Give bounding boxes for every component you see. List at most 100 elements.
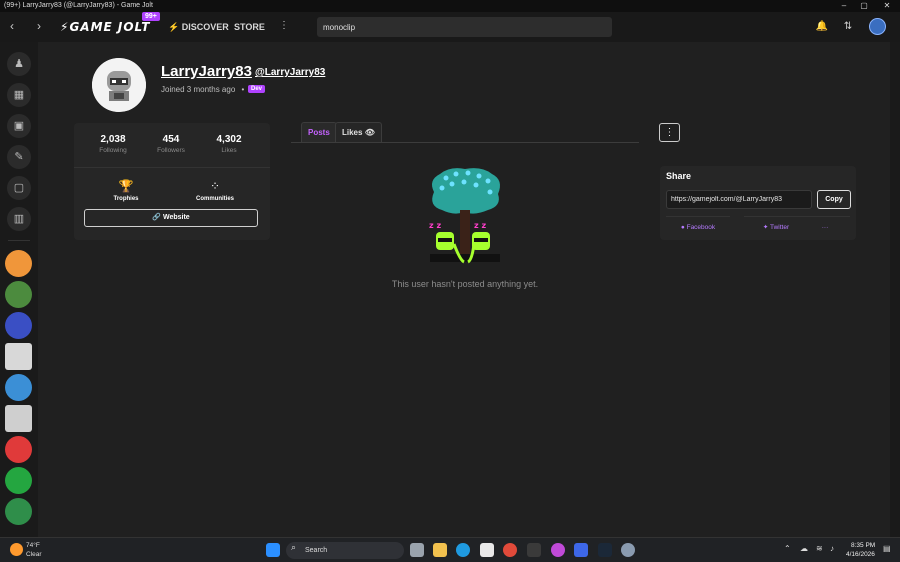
facebook-label: Facebook (686, 224, 716, 231)
top-navigation: ‹ › ⚡GAME JOLT 99+ ⚡ DISCOVER STORE ⋮ 🔔 … (0, 12, 900, 42)
brush-icon[interactable]: ✎ (7, 145, 31, 169)
weather-icon[interactable] (10, 543, 23, 556)
share-title: Share (666, 171, 692, 181)
taskbar-search[interactable]: Search (286, 542, 404, 559)
left-sidebar: ♟ ▦ ▣ ✎ ▢ ▥ (0, 42, 38, 537)
volume-icon[interactable]: ♪ (830, 544, 834, 553)
link-icon: 🔗 (152, 214, 162, 221)
roblox-icon[interactable] (574, 543, 588, 557)
store-icon[interactable]: ▦ (7, 83, 31, 107)
profile-tabs: Posts Likes 👁 (291, 122, 639, 143)
bell-icon[interactable]: 🔔 (815, 20, 829, 34)
profile-more-button[interactable]: ⋮ (659, 123, 680, 142)
store-link[interactable]: STORE (234, 22, 265, 32)
share-url-field[interactable] (666, 190, 812, 209)
profile-display-name[interactable]: LarryJarry83 (161, 63, 252, 80)
communities-link[interactable]: ⁘ Communities (180, 178, 250, 202)
weather-condition[interactable]: Clear (26, 551, 42, 558)
store-app-icon[interactable] (480, 543, 494, 557)
profile-handle[interactable]: @LarryJarry83 (255, 67, 325, 78)
game-icon[interactable]: ▢ (7, 176, 31, 200)
community-avatar-5[interactable] (5, 374, 32, 401)
close-button[interactable]: ✕ (876, 0, 898, 12)
chevron-up-icon[interactable]: ⌃ (784, 544, 791, 553)
window-title: (99+) LarryJarry83 (@LarryJarry83) - Gam… (4, 2, 153, 9)
discover-link[interactable]: ⚡ DISCOVER (168, 22, 229, 33)
search-icon: ⌕ (291, 542, 297, 552)
settings-icon[interactable] (621, 543, 635, 557)
stat-value: 2,038 (100, 134, 126, 145)
windows-taskbar: 74°F Clear Search ⌕ ⌃ ☁ ≋ ♪ 8:35 PM 4/16… (0, 537, 900, 562)
share-more-button[interactable]: ··· (800, 216, 850, 238)
communities-label: Communities (195, 196, 234, 202)
community-avatar-4[interactable] (5, 343, 32, 370)
gamejolt-app-icon[interactable] (527, 543, 541, 557)
community-avatar-1[interactable] (5, 250, 32, 277)
community-avatar-8[interactable] (5, 467, 32, 494)
chrome-icon[interactable] (503, 543, 517, 557)
stat-followers[interactable]: 454 Followers (141, 134, 201, 154)
joined-text: Joined 3 months ago (161, 85, 236, 94)
back-icon[interactable]: ‹ (10, 19, 14, 33)
stat-value: 4,302 (216, 134, 242, 145)
svg-text:z z: z z (429, 221, 441, 230)
share-card: Share Copy ● Facebook ✦ Twitter ··· (660, 166, 856, 240)
maximize-button[interactable]: ▢ (853, 0, 875, 12)
nav-more-icon[interactable]: ⋮ (279, 20, 289, 31)
trophies-label: Trophies (113, 196, 139, 202)
main-content (38, 42, 890, 537)
library-icon[interactable]: ▥ (7, 207, 31, 231)
robot-avatar-icon (92, 58, 146, 112)
community-avatar-7[interactable] (5, 436, 32, 463)
user-avatar[interactable] (869, 18, 886, 35)
dev-badge: Dev (248, 85, 266, 93)
wifi-icon[interactable]: ≋ (816, 544, 823, 553)
clock-time[interactable]: 8:35 PM (851, 542, 875, 549)
search-input[interactable] (317, 17, 612, 37)
file-explorer-icon[interactable] (433, 543, 447, 557)
cloud-icon[interactable]: ☁ (800, 544, 808, 553)
notifications-icon[interactable]: ▤ (883, 544, 891, 553)
backpack-icon[interactable]: ▣ (7, 114, 31, 138)
forward-icon[interactable]: › (37, 19, 41, 33)
likes-label: Likes (342, 128, 363, 137)
stat-label: Following (99, 147, 127, 154)
stats-divider (74, 167, 270, 168)
trophy-icon: 🏆 (118, 179, 134, 193)
notification-count-badge[interactable]: 99+ (142, 12, 160, 21)
community-avatar-3[interactable] (5, 312, 32, 339)
copy-button[interactable]: Copy (817, 190, 851, 209)
gamejolt-logo[interactable]: ⚡GAME JOLT (60, 20, 150, 34)
community-avatar-6[interactable] (5, 405, 32, 432)
hidden-eye-icon: 👁 (364, 128, 375, 137)
weather-temperature[interactable]: 74°F (26, 542, 40, 549)
community-avatar-9[interactable] (5, 498, 32, 525)
tab-likes[interactable]: Likes 👁 (335, 122, 382, 142)
clock-date[interactable]: 4/16/2026 (846, 551, 875, 558)
trophies-link[interactable]: 🏆 Trophies (91, 178, 161, 202)
joystick-icon[interactable]: ♟ (7, 52, 31, 76)
sleeping-tree-illustration: z z z z (429, 168, 500, 264)
tab-posts[interactable]: Posts (301, 122, 337, 142)
stat-label: Likes (221, 147, 237, 154)
start-menu-icon[interactable] (266, 543, 280, 557)
scrollbar[interactable] (890, 42, 900, 537)
taskbar-search-label: Search (305, 547, 328, 554)
task-view-icon[interactable] (410, 543, 424, 557)
minimize-button[interactable]: – (833, 0, 855, 12)
discover-label: DISCOVER (181, 22, 229, 32)
facebook-icon: ● (680, 224, 685, 231)
twitter-share-button[interactable]: ✦ Twitter (744, 216, 808, 238)
facebook-share-button[interactable]: ● Facebook (666, 216, 730, 238)
app-icon[interactable] (551, 543, 565, 557)
website-button[interactable]: 🔗 Website (84, 209, 258, 227)
sidebar-divider (8, 240, 30, 241)
stat-following[interactable]: 2,038 Following (83, 134, 143, 154)
profile-avatar[interactable] (92, 58, 146, 112)
steam-icon[interactable] (598, 543, 612, 557)
twitter-label: Twitter (770, 224, 790, 231)
edge-icon[interactable] (456, 543, 470, 557)
community-avatar-2[interactable] (5, 281, 32, 308)
quest-icon[interactable]: ⇅ (841, 20, 855, 34)
stat-likes[interactable]: 4,302 Likes (199, 134, 259, 154)
